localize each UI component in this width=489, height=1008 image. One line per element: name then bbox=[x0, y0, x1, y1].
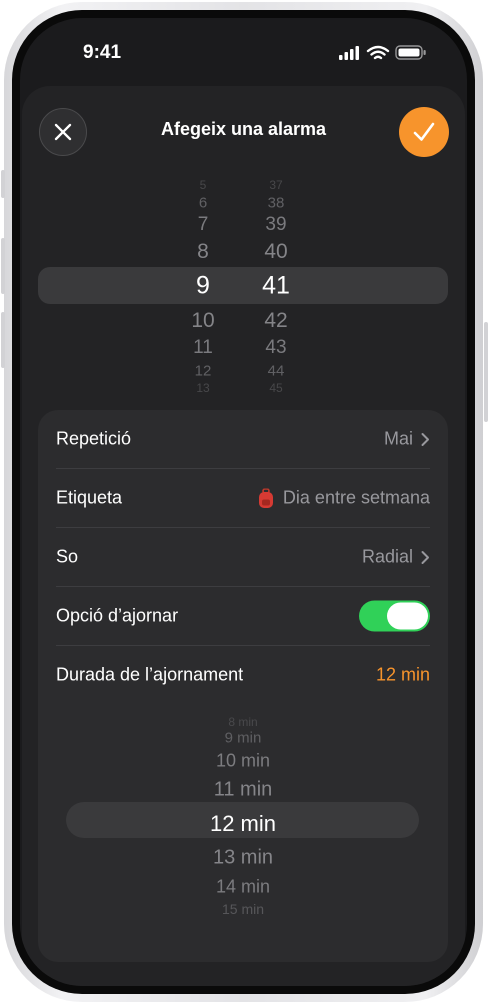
hour-option-6[interactable]: 6 bbox=[173, 195, 233, 212]
snooze-toggle[interactable] bbox=[359, 600, 430, 632]
volume-up-button bbox=[1, 238, 5, 294]
minute-option-40[interactable]: 40 bbox=[246, 240, 306, 264]
snooze-duration-row[interactable]: Durada de l’ajornament 12 min bbox=[56, 646, 430, 704]
snooze-option-15-min[interactable]: 15 min bbox=[38, 901, 448, 917]
label-row[interactable]: Etiqueta Dia entre setmana bbox=[56, 469, 430, 528]
hour-option-10[interactable]: 10 bbox=[173, 309, 233, 333]
hour-option-8[interactable]: 8 bbox=[173, 240, 233, 264]
hour-option-11[interactable]: 11 bbox=[173, 337, 233, 359]
minute-option-44[interactable]: 44 bbox=[246, 363, 306, 380]
snooze-option-11-min[interactable]: 11 min bbox=[38, 779, 448, 802]
hour-option-5[interactable]: 5 bbox=[173, 178, 233, 192]
label-value: Dia entre setmana bbox=[282, 487, 430, 508]
minute-option-41[interactable]: 41 bbox=[246, 272, 306, 301]
chevron-right-icon bbox=[421, 432, 429, 446]
minute-option-39[interactable]: 39 bbox=[246, 214, 306, 236]
snooze-option-8-min[interactable]: 8 min bbox=[38, 715, 448, 729]
time-picker-selection bbox=[38, 267, 448, 304]
power-button bbox=[484, 322, 488, 422]
snooze-option-14-min[interactable]: 14 min bbox=[38, 877, 448, 898]
status-time: 9:41 bbox=[83, 42, 122, 63]
hour-option-13[interactable]: 13 bbox=[173, 381, 233, 395]
snooze-toggle-knob bbox=[387, 602, 428, 630]
repeat-value: Mai bbox=[383, 428, 413, 449]
repeat-row[interactable]: Repetició Mai bbox=[56, 410, 430, 469]
minute-option-37[interactable]: 37 bbox=[246, 178, 306, 192]
confirm-button[interactable] bbox=[399, 107, 449, 157]
snooze-option-13-min[interactable]: 13 min bbox=[38, 847, 448, 870]
sound-row[interactable]: So Radial bbox=[56, 528, 430, 587]
sound-value: Radial bbox=[361, 546, 413, 567]
checkmark-icon bbox=[413, 122, 435, 141]
snooze-row: Opció d’ajornar bbox=[56, 587, 430, 646]
minute-option-38[interactable]: 38 bbox=[246, 195, 306, 212]
snooze-option-12-min[interactable]: 12 min bbox=[38, 811, 448, 837]
add-alarm-sheet: Afegeix una alarma 5 6 7 8 9 10 11 12 13 37 38 39 4… bbox=[22, 86, 465, 986]
action-button bbox=[1, 170, 5, 198]
alarm-settings: Repetició Mai Etiqueta Dia entre setmana bbox=[38, 410, 448, 962]
snooze-option-10-min[interactable]: 10 min bbox=[38, 751, 448, 772]
screen: 9:41 Afegeix una alarma 5 6 7 8 9 10 11 … bbox=[20, 18, 467, 986]
hour-option-12[interactable]: 12 bbox=[173, 363, 233, 380]
hour-option-9[interactable]: 9 bbox=[173, 272, 233, 301]
snooze-duration-label: Durada de l’ajornament bbox=[56, 664, 244, 685]
backpack-icon bbox=[258, 488, 273, 508]
snooze-duration-value: 12 min bbox=[375, 664, 430, 685]
time-picker[interactable]: 5 6 7 8 9 10 11 12 13 37 38 39 40 41 42 43 44 45 bbox=[22, 178, 465, 398]
snooze-option-9-min[interactable]: 9 min bbox=[38, 730, 448, 747]
status-icons bbox=[339, 45, 426, 60]
label-label: Etiqueta bbox=[56, 487, 123, 508]
wifi-icon bbox=[366, 45, 390, 60]
volume-down-button bbox=[1, 312, 5, 368]
hour-option-7[interactable]: 7 bbox=[173, 214, 233, 236]
snooze-picker[interactable]: 8 min 9 min 10 min 11 min 12 min 13 min 14 min… bbox=[38, 715, 448, 917]
repeat-label: Repetició bbox=[56, 428, 132, 449]
snooze-label: Opció d’ajornar bbox=[56, 605, 179, 626]
minute-option-45[interactable]: 45 bbox=[246, 381, 306, 395]
minute-option-42[interactable]: 42 bbox=[246, 309, 306, 333]
battery-icon bbox=[395, 45, 426, 60]
sound-label: So bbox=[56, 546, 79, 567]
chevron-right-icon bbox=[421, 550, 429, 564]
cellular-signal-icon bbox=[339, 46, 359, 60]
minute-option-43[interactable]: 43 bbox=[246, 337, 306, 359]
